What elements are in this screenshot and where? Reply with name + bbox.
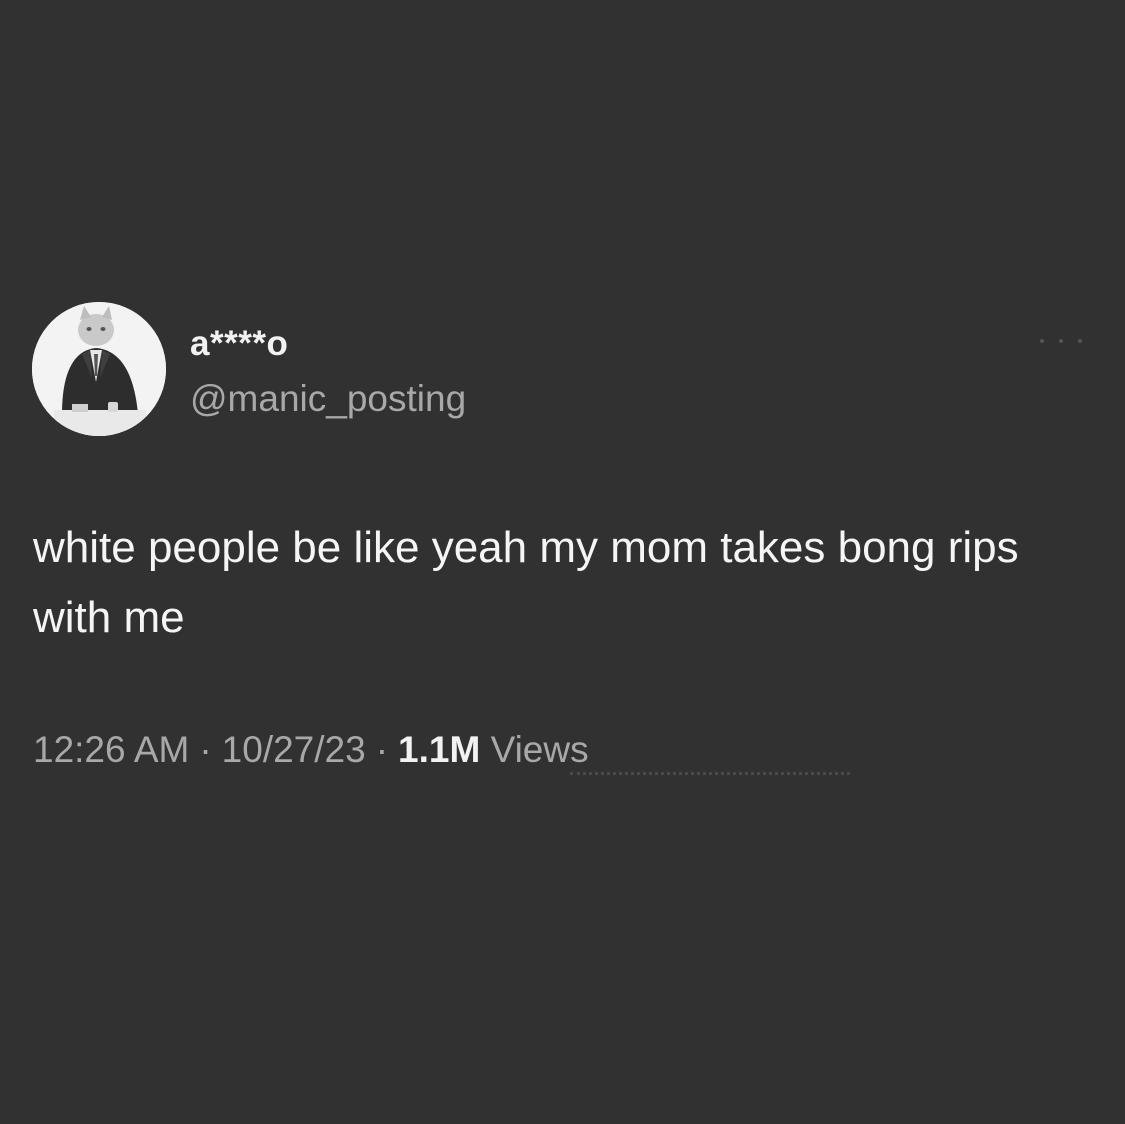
cat-in-suit-avatar-icon	[32, 302, 166, 436]
meta-separator: ·	[199, 729, 212, 770]
more-dot-icon	[1040, 339, 1044, 343]
views-count[interactable]: 1.1M	[398, 729, 480, 770]
more-dot-icon	[1059, 339, 1063, 343]
avatar[interactable]	[32, 302, 166, 436]
tweet-text: white people be like yeah my mom takes b…	[33, 523, 1019, 642]
faded-underline-artifact	[570, 772, 850, 781]
user-handle[interactable]: @manic_posting	[190, 377, 466, 421]
more-dot-icon	[1078, 339, 1082, 343]
tweet-time[interactable]: 12:26 AM	[33, 729, 189, 770]
tweet-date[interactable]: 10/27/23	[222, 729, 366, 770]
display-name[interactable]: a****o	[190, 322, 288, 366]
more-options-button[interactable]	[1040, 334, 1082, 348]
views-label: Views	[490, 729, 589, 770]
meta-separator: ·	[375, 729, 389, 770]
tweet-card: a****o @manic_posting white people be li…	[0, 0, 1125, 1124]
tweet-meta: 12:26 AM · 10/27/23 · 1.1M Views	[33, 726, 589, 774]
